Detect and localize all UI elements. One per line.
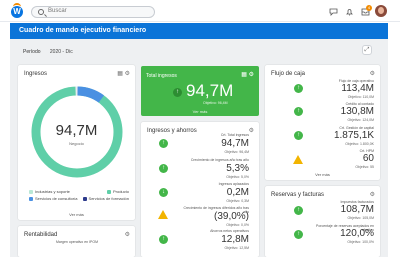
- donut-center-value: 94,7M: [55, 122, 98, 139]
- row-label: Ingresos aplazados: [218, 182, 249, 186]
- up-arrow-icon: ↑: [159, 235, 168, 244]
- page-header: Cuadro de mando ejecutivo financiero: [10, 23, 388, 39]
- row-value[interactable]: 94,7M: [179, 138, 249, 149]
- kpi-value: 94,7M: [186, 81, 234, 100]
- up-arrow-icon: ↑: [173, 88, 182, 97]
- view-more-link[interactable]: Ver más: [141, 109, 259, 114]
- search-icon: [38, 9, 44, 15]
- row-target: Objetivo: 96,4M: [224, 150, 249, 154]
- settings-icon[interactable]: ⚙: [370, 191, 375, 198]
- settings-icon[interactable]: ⚙: [125, 71, 130, 77]
- row-target: Objetivo: 0,0%: [226, 223, 249, 227]
- legend-label: Producto: [112, 189, 129, 194]
- user-avatar[interactable]: [375, 5, 387, 17]
- legend-swatch: [29, 189, 33, 194]
- row-label: Crecimiento de ingresos año tras año: [190, 158, 249, 162]
- row-value[interactable]: 5,3%: [179, 163, 249, 174]
- row-target: Objetivo: 100,0%: [347, 240, 374, 244]
- card-title: Total ingresos: [146, 73, 177, 79]
- warning-icon: [158, 210, 168, 219]
- card-title: Rentabilidad: [24, 232, 58, 238]
- legend-item[interactable]: Servicios de formación: [82, 196, 129, 201]
- ingresos-ahorros-card: Ingresos y ahorros ⚙ ↑ Crt. Total ingres…: [141, 122, 259, 257]
- settings-icon[interactable]: ⚙: [249, 127, 254, 134]
- period-selector[interactable]: Período 2020 - Dic: [23, 49, 73, 55]
- search-placeholder: Buscar: [48, 8, 67, 14]
- row-value[interactable]: (39,0%): [179, 211, 249, 222]
- card-title: Reservas y facturas: [271, 192, 325, 198]
- workday-logo[interactable]: W: [11, 6, 23, 18]
- card-title: Ingresos: [24, 71, 48, 77]
- legend-swatch: [106, 189, 111, 194]
- row-target: Objetivo: 12,5M: [224, 246, 249, 250]
- settings-icon[interactable]: ⚙: [370, 70, 375, 77]
- row-value[interactable]: 120,0%: [304, 228, 374, 239]
- warning-icon: [293, 155, 303, 164]
- card-actions[interactable]: ▦ ⚙: [241, 71, 254, 78]
- legend-swatch: [29, 196, 33, 201]
- view-more-link[interactable]: Ver más: [18, 212, 135, 217]
- row-label: Margen operativo en IPOM: [56, 240, 99, 244]
- card-actions[interactable]: ▦ ⚙: [117, 70, 130, 77]
- row-value[interactable]: 113,4M: [304, 83, 374, 94]
- row-value[interactable]: 0,2M: [179, 187, 249, 198]
- row-value[interactable]: 108,7M: [304, 204, 374, 215]
- legend-item[interactable]: Producto: [106, 189, 129, 194]
- row-target: Objetivo: 0,3M: [226, 199, 249, 203]
- row-value[interactable]: 1.875,1K: [304, 130, 374, 141]
- total-ingresos-card[interactable]: Total ingresos ▦ ⚙ ↑ 94,7M Objetivo: 96,…: [141, 66, 259, 116]
- up-arrow-icon: ↑: [294, 107, 303, 116]
- donut-center-label: Negocio: [69, 141, 84, 146]
- chat-icon[interactable]: [329, 8, 338, 16]
- card-title: Flujo de caja: [271, 71, 306, 77]
- notifications-icon[interactable]: [345, 8, 354, 16]
- up-arrow-icon: ↑: [294, 131, 303, 140]
- down-arrow-icon: ↓: [159, 188, 168, 197]
- row-target: Objetivo: 5,0%: [226, 175, 249, 179]
- up-arrow-icon: ↑: [294, 230, 303, 239]
- up-arrow-icon: ↑: [294, 206, 303, 215]
- export-button[interactable]: ⤢: [362, 45, 372, 55]
- row-target: Objetivo: 55: [355, 165, 374, 169]
- flujo-caja-card: Flujo de caja ⚙ ↑ Flujo de caja operativ…: [265, 65, 380, 180]
- legend-label: Industrias y soporte: [35, 189, 70, 194]
- view-more-link[interactable]: Ver más: [265, 172, 380, 177]
- row-target: Objetivo: 105,0M: [347, 216, 374, 220]
- inbox-badge: 4: [366, 5, 372, 11]
- chart-toggle-icon[interactable]: ▦: [117, 71, 123, 77]
- top-bar: W Buscar 4: [0, 0, 400, 22]
- export-icon: ⤢: [364, 47, 370, 53]
- settings-icon[interactable]: ⚙: [125, 231, 130, 238]
- rentabilidad-card: Rentabilidad ⚙ Margen operativo en IPOM: [18, 226, 135, 257]
- kpi-target: Objetivo: 96,4M: [203, 101, 228, 105]
- legend-swatch: [82, 196, 87, 201]
- period-label: Período: [23, 49, 41, 55]
- up-arrow-icon: ↑: [159, 164, 168, 173]
- ingresos-card: Ingresos ▦ ⚙ 94,7M Negocio Industrias y …: [18, 65, 135, 220]
- row-label: Ahorros netos operativos: [210, 229, 249, 233]
- legend-label: Servicios de consultoría: [35, 196, 78, 201]
- search-input[interactable]: Buscar: [31, 6, 155, 18]
- reservas-facturas-card: Reservas y facturas ⚙ ↑ Impuestos factur…: [265, 186, 380, 257]
- row-value[interactable]: 60: [304, 153, 374, 164]
- legend-label: Servicios de formación: [88, 196, 129, 201]
- up-arrow-icon: ↑: [294, 84, 303, 93]
- row-target: Objetivo: 124,0M: [347, 118, 374, 122]
- row-label: Crt. Total ingresos: [220, 133, 249, 137]
- row-target: Objetivo: 1.800,0K: [345, 142, 374, 146]
- up-arrow-icon: ↑: [159, 139, 168, 148]
- period-value: 2020 - Dic: [49, 49, 73, 55]
- row-target: Objetivo: 110,0M: [347, 95, 374, 99]
- page-title: Cuadro de mando ejecutivo financiero: [19, 27, 147, 34]
- legend-item[interactable]: Industrias y soporte: [29, 189, 70, 194]
- row-value[interactable]: 130,8M: [304, 106, 374, 117]
- donut-legend: Industrias y soporte Producto Servicios …: [29, 189, 129, 201]
- row-value[interactable]: 12,8M: [179, 234, 249, 245]
- legend-item[interactable]: Servicios de consultoría: [29, 196, 77, 201]
